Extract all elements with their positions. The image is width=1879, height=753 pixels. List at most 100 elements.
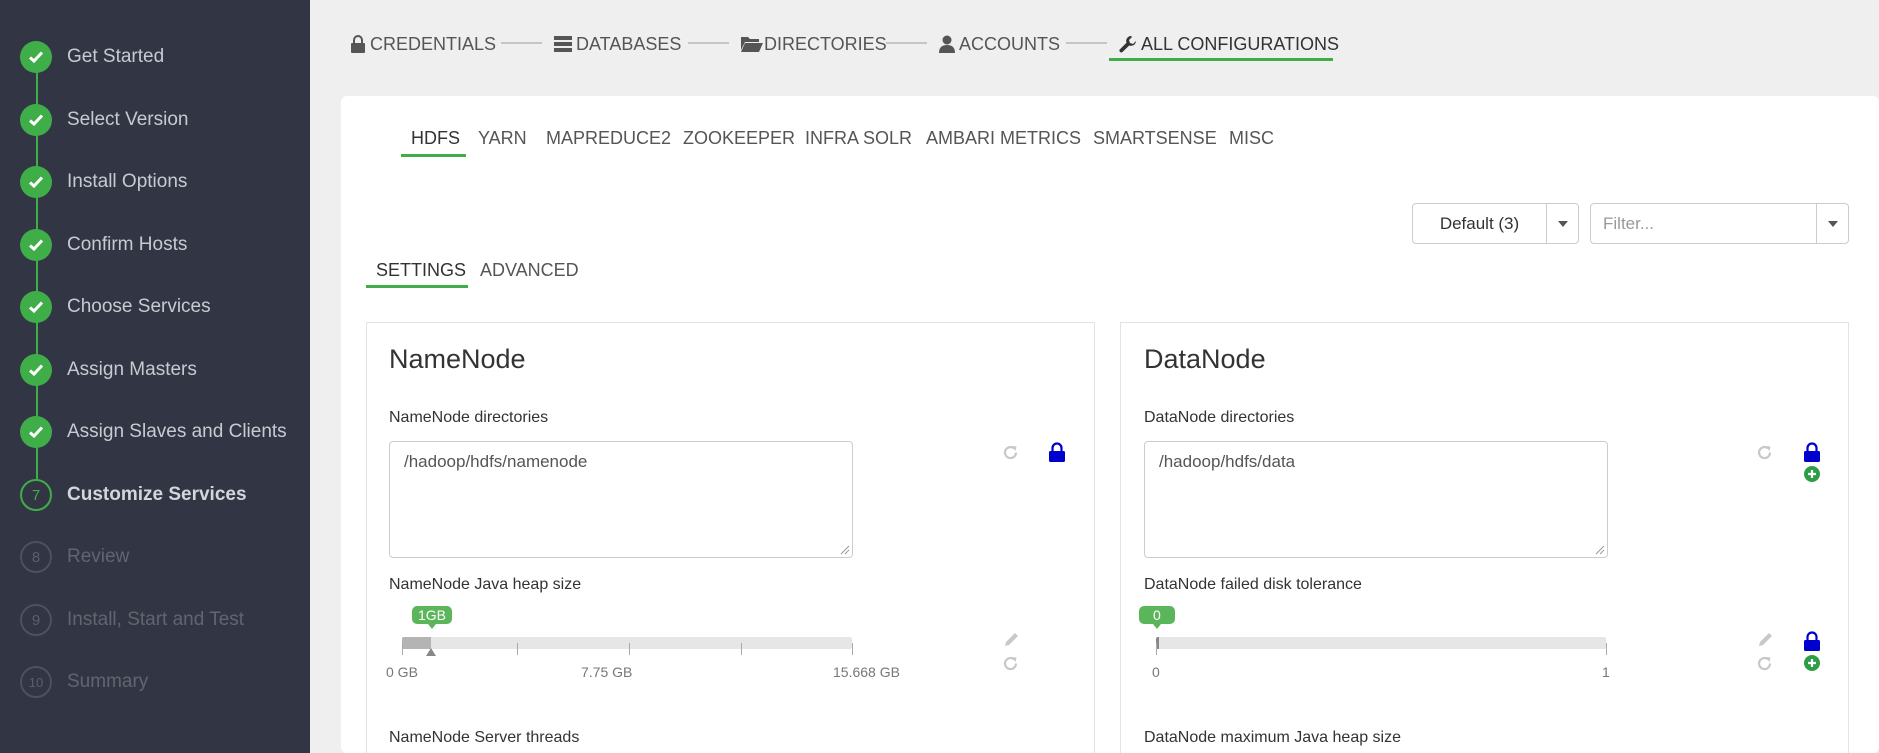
datanode-tolerance-value-badge: 0 <box>1139 606 1175 629</box>
step-assign-masters[interactable]: Assign Masters <box>20 353 197 387</box>
database-icon <box>554 36 572 52</box>
namenode-heap-value-badge: 1GB <box>412 606 453 629</box>
step-number: 10 <box>20 666 52 698</box>
service-tab-yarn[interactable]: YARN <box>478 128 527 149</box>
step-label: Assign Masters <box>67 359 197 380</box>
edit-pencil-icon[interactable] <box>1003 631 1020 648</box>
namenode-threads-label: NameNode Server threads <box>389 729 580 746</box>
resize-grip-icon[interactable] <box>1595 545 1605 555</box>
step-number: 8 <box>20 541 52 573</box>
slider-tick <box>741 643 742 655</box>
step-get-started[interactable]: Get Started <box>20 40 164 74</box>
step-assign-slaves[interactable]: Assign Slaves and Clients <box>20 415 287 449</box>
namenode-dirs-textarea[interactable]: /hadoop/hdfs/namenode <box>389 441 853 558</box>
tab-separator <box>688 42 729 44</box>
config-group-dropdown-toggle[interactable] <box>1546 203 1579 244</box>
config-group-select[interactable]: Default (3) <box>1412 203 1547 244</box>
lock-icon[interactable] <box>1803 631 1821 651</box>
datanode-dirs-value: /hadoop/hdfs/data <box>1159 452 1296 471</box>
namenode-dirs-label: NameNode directories <box>389 409 549 426</box>
active-tab-indicator <box>1109 58 1333 61</box>
service-tab-ambari-metrics[interactable]: AMBARI METRICS <box>926 128 1081 149</box>
slider-tick <box>629 643 630 655</box>
undo-icon[interactable] <box>1002 655 1019 672</box>
tab-all-configurations[interactable]: ALL CONFIGURATIONS <box>1119 28 1339 60</box>
datanode-tolerance-track[interactable] <box>1156 637 1606 649</box>
tab-credentials[interactable]: CREDENTIALS <box>350 28 496 60</box>
datanode-heap-label: DataNode maximum Java heap size <box>1144 729 1402 746</box>
caret-down-icon <box>1827 220 1838 227</box>
step-number: 9 <box>20 604 52 636</box>
resize-grip-icon[interactable] <box>840 545 850 555</box>
undo-icon[interactable] <box>1756 444 1773 461</box>
step-install-options[interactable]: Install Options <box>20 165 187 199</box>
undo-icon[interactable] <box>1002 444 1019 461</box>
slider-tick <box>517 643 518 655</box>
step-label: Select Version <box>67 109 189 130</box>
service-tab-mapreduce2[interactable]: MAPREDUCE2 <box>546 128 671 149</box>
check-icon <box>20 104 52 136</box>
active-subtab-indicator <box>366 285 468 288</box>
user-icon <box>939 35 955 53</box>
add-circle-icon[interactable] <box>1804 466 1820 482</box>
undo-icon[interactable] <box>1756 655 1773 672</box>
namenode-heap-track[interactable] <box>402 637 852 649</box>
step-label: Summary <box>67 671 149 692</box>
folder-open-icon <box>741 36 763 52</box>
wrench-icon <box>1119 35 1137 53</box>
datanode-tolerance-label: DataNode failed disk tolerance <box>1144 576 1362 593</box>
datanode-dirs-textarea[interactable]: /hadoop/hdfs/data <box>1144 441 1608 558</box>
tab-label: DATABASES <box>576 33 682 54</box>
wizard-sidebar: Get Started Select Version Install Optio… <box>0 0 310 753</box>
lock-icon[interactable] <box>1048 442 1066 462</box>
service-tab-infra-solr[interactable]: INFRA SOLR <box>805 128 912 149</box>
check-icon <box>20 229 52 261</box>
step-choose-services[interactable]: Choose Services <box>20 290 211 324</box>
slider-tick <box>1156 643 1157 655</box>
step-label: Customize Services <box>67 484 247 505</box>
tab-label: ACCOUNTS <box>959 33 1061 54</box>
namenode-dirs-value: /hadoop/hdfs/namenode <box>404 452 588 471</box>
step-customize-services[interactable]: 7 Customize Services <box>20 478 247 512</box>
step-confirm-hosts[interactable]: Confirm Hosts <box>20 228 187 262</box>
tab-databases[interactable]: DATABASES <box>554 28 681 60</box>
service-tab-hdfs[interactable]: HDFS <box>411 128 460 149</box>
step-review: 8 Review <box>20 540 129 574</box>
service-tab-misc[interactable]: MISC <box>1229 128 1274 149</box>
step-install-start-test: 9 Install, Start and Test <box>20 603 244 637</box>
service-tab-zookeeper[interactable]: ZOOKEEPER <box>683 128 795 149</box>
step-summary: 10 Summary <box>20 665 148 699</box>
tick-label: 7.75 GB <box>581 664 633 680</box>
check-icon <box>20 41 52 73</box>
service-tab-smartsense[interactable]: SMARTSENSE <box>1093 128 1217 149</box>
lock-icon[interactable] <box>1803 442 1821 462</box>
check-icon <box>20 416 52 448</box>
check-icon <box>20 354 52 386</box>
config-group-label: Default (3) <box>1439 213 1520 233</box>
filter-input[interactable]: Filter... <box>1590 203 1817 244</box>
step-label: Review <box>67 546 130 567</box>
step-label: Confirm Hosts <box>67 234 188 255</box>
tab-separator <box>886 42 927 44</box>
edit-pencil-icon[interactable] <box>1757 631 1774 648</box>
tab-advanced[interactable]: ADVANCED <box>480 260 579 281</box>
tick-label: 15.668 GB <box>833 664 900 680</box>
add-circle-icon[interactable] <box>1804 655 1820 671</box>
filter-placeholder: Filter... <box>1603 213 1655 233</box>
lock-icon <box>350 35 366 53</box>
step-select-version[interactable]: Select Version <box>20 103 188 137</box>
tick-label: 0 GB <box>386 664 418 680</box>
tick-label: 0 <box>1152 664 1160 680</box>
tab-directories[interactable]: DIRECTORIES <box>741 28 887 60</box>
namenode-heap-label: NameNode Java heap size <box>389 576 582 593</box>
step-label: Install Options <box>67 171 188 192</box>
slider-tick <box>1606 643 1607 655</box>
tab-settings[interactable]: SETTINGS <box>376 260 466 281</box>
filter-dropdown-toggle[interactable] <box>1816 203 1849 244</box>
check-icon <box>20 166 52 198</box>
slider-handle-icon[interactable] <box>426 648 436 656</box>
caret-down-icon <box>1557 220 1568 227</box>
tick-label: 1 <box>1602 664 1610 680</box>
tab-accounts[interactable]: ACCOUNTS <box>939 28 1060 60</box>
datanode-title: DataNode <box>1144 344 1266 374</box>
